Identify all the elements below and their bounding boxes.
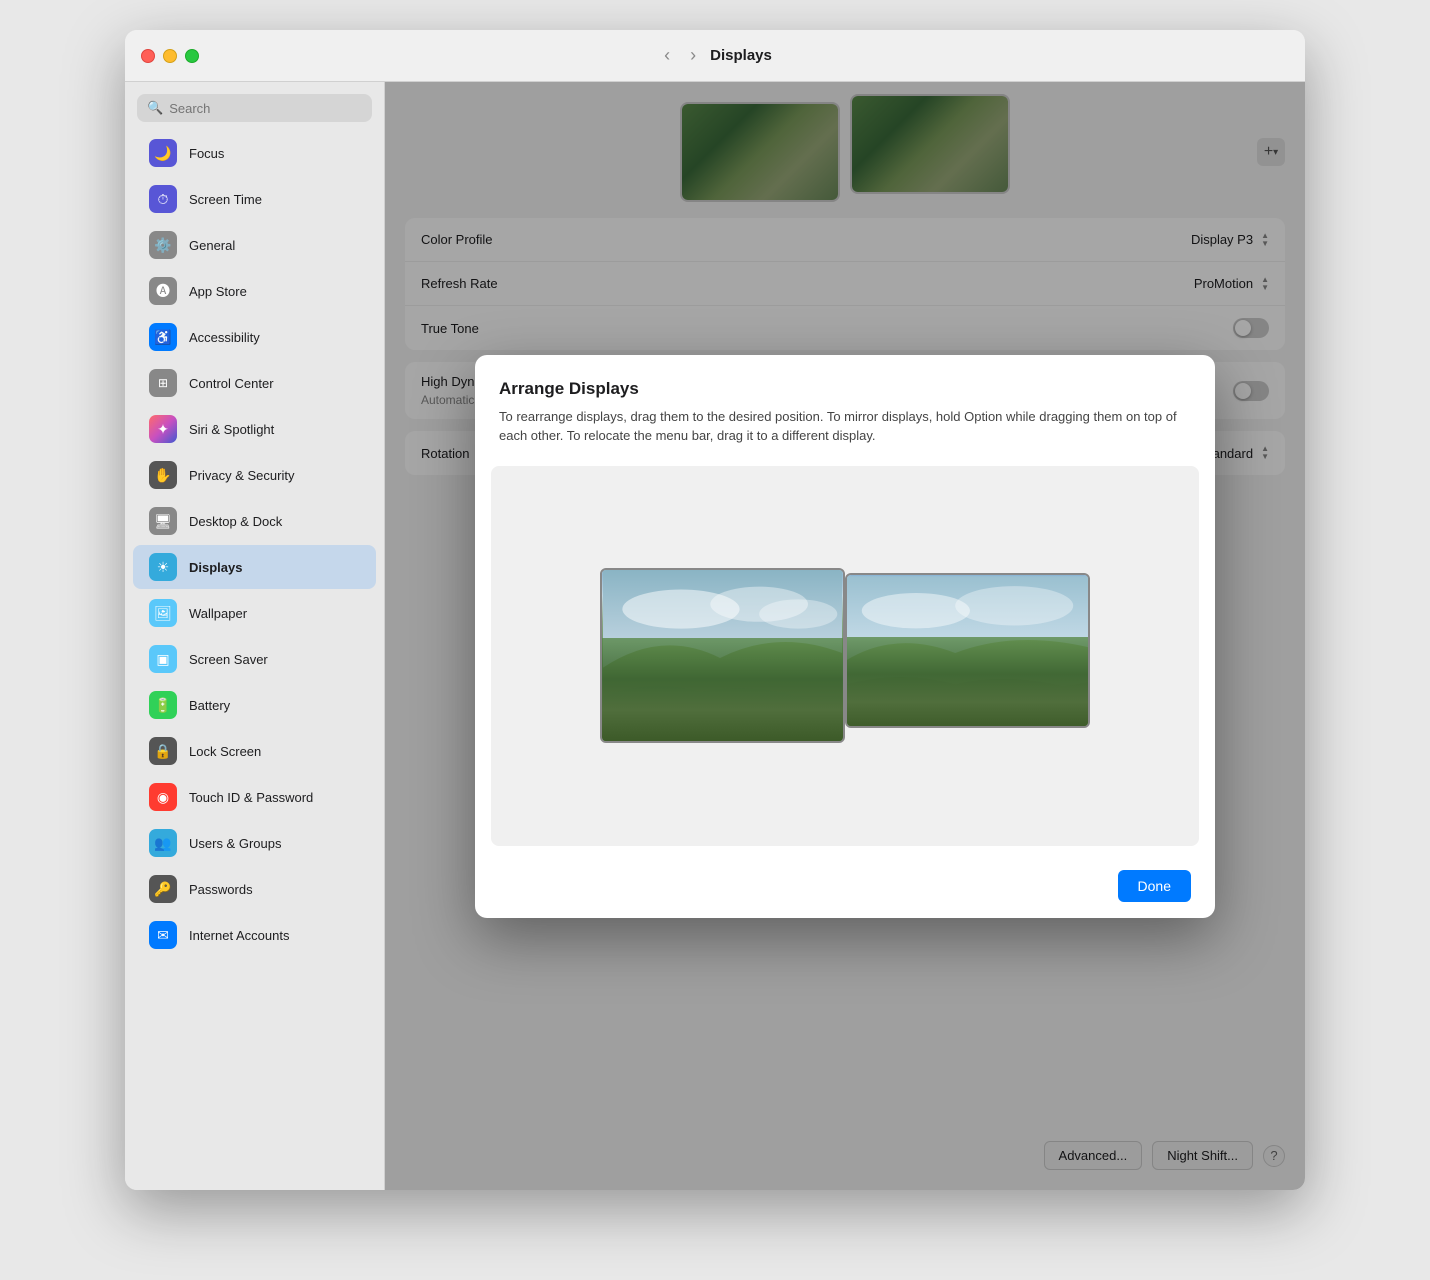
- window-title: Displays: [710, 47, 772, 64]
- general-icon: ⚙️: [149, 231, 177, 259]
- modal-title: Arrange Displays: [499, 379, 1191, 399]
- sidebar-item-screensaver[interactable]: ▣ Screen Saver: [133, 637, 376, 681]
- control-center-icon: ⊞: [149, 369, 177, 397]
- main-window: ‹ › Displays 🔍 🌙 Focus ⏱ Scr: [125, 30, 1305, 1190]
- sidebar-item-privacy[interactable]: ✋ Privacy & Security: [133, 453, 376, 497]
- sidebar-item-control-center[interactable]: ⊞ Control Center: [133, 361, 376, 405]
- sidebar-item-focus[interactable]: 🌙 Focus: [133, 131, 376, 175]
- sidebar-label-general: General: [189, 238, 235, 253]
- maximize-button[interactable]: [185, 49, 199, 63]
- lock-screen-icon: 🔒: [149, 737, 177, 765]
- screensaver-icon: ▣: [149, 645, 177, 673]
- sidebar-item-internet[interactable]: ✉ Internet Accounts: [133, 913, 376, 957]
- modal-overlay: Arrange Displays To rearrange displays, …: [385, 82, 1305, 1190]
- sidebar-item-displays[interactable]: ☀ Displays: [133, 545, 376, 589]
- sidebar-item-touch-id[interactable]: ◉ Touch ID & Password: [133, 775, 376, 819]
- sidebar-item-general[interactable]: ⚙️ General: [133, 223, 376, 267]
- desktop-icon: 🖥: [149, 507, 177, 535]
- sidebar-label-lock-screen: Lock Screen: [189, 744, 261, 759]
- modal-header: Arrange Displays To rearrange displays, …: [475, 355, 1215, 458]
- modal-footer: Done: [475, 854, 1215, 918]
- done-button[interactable]: Done: [1118, 870, 1191, 902]
- title-bar: ‹ › Displays: [125, 30, 1305, 82]
- wallpaper-icon: 🖼: [149, 599, 177, 627]
- modal-description: To rearrange displays, drag them to the …: [499, 407, 1191, 446]
- sidebar-label-siri: Siri & Spotlight: [189, 422, 274, 437]
- modal-display-primary[interactable]: [600, 568, 845, 743]
- users-icon: 👥: [149, 829, 177, 857]
- sidebar-item-app-store[interactable]: 🅐 App Store: [133, 269, 376, 313]
- focus-icon: 🌙: [149, 139, 177, 167]
- modal-displays-container: [600, 568, 1090, 743]
- forward-button[interactable]: ›: [684, 41, 702, 70]
- screen-time-icon: ⏱: [149, 185, 177, 213]
- sidebar-item-wallpaper[interactable]: 🖼 Wallpaper: [133, 591, 376, 635]
- display-preview-secondary: [847, 575, 1088, 728]
- minimize-button[interactable]: [163, 49, 177, 63]
- sidebar-label-battery: Battery: [189, 698, 230, 713]
- app-store-icon: 🅐: [149, 277, 177, 305]
- search-bar[interactable]: 🔍: [137, 94, 372, 122]
- sidebar-item-lock-screen[interactable]: 🔒 Lock Screen: [133, 729, 376, 773]
- privacy-icon: ✋: [149, 461, 177, 489]
- display-preview-primary: [602, 570, 843, 741]
- sidebar-label-control-center: Control Center: [189, 376, 274, 391]
- sidebar-label-wallpaper: Wallpaper: [189, 606, 247, 621]
- sidebar-label-displays: Displays: [189, 560, 242, 575]
- touch-id-icon: ◉: [149, 783, 177, 811]
- sidebar-label-focus: Focus: [189, 146, 224, 161]
- sidebar-label-screensaver: Screen Saver: [189, 652, 268, 667]
- modal-display-secondary[interactable]: [845, 573, 1090, 728]
- sidebar-label-internet: Internet Accounts: [189, 928, 289, 943]
- main-panel: + ▾ Color Profile Display P3 ▲ ▼: [385, 82, 1305, 1190]
- sidebar-label-desktop: Desktop & Dock: [189, 514, 282, 529]
- close-button[interactable]: [141, 49, 155, 63]
- traffic-lights: [141, 49, 199, 63]
- sidebar-label-privacy: Privacy & Security: [189, 468, 294, 483]
- sidebar-item-users[interactable]: 👥 Users & Groups: [133, 821, 376, 865]
- displays-icon: ☀: [149, 553, 177, 581]
- content-area: 🔍 🌙 Focus ⏱ Screen Time ⚙️ Ge: [125, 82, 1305, 1190]
- battery-icon: 🔋: [149, 691, 177, 719]
- sidebar-item-accessibility[interactable]: ♿ Accessibility: [133, 315, 376, 359]
- sidebar-label-passwords: Passwords: [189, 882, 253, 897]
- modal-display-area: [491, 466, 1199, 846]
- sidebar: 🔍 🌙 Focus ⏱ Screen Time ⚙️ Ge: [125, 82, 385, 1190]
- search-input[interactable]: [169, 101, 362, 116]
- passwords-icon: 🔑: [149, 875, 177, 903]
- sidebar-label-accessibility: Accessibility: [189, 330, 260, 345]
- sidebar-item-screen-time[interactable]: ⏱ Screen Time: [133, 177, 376, 221]
- internet-icon: ✉: [149, 921, 177, 949]
- back-button[interactable]: ‹: [658, 41, 676, 70]
- sidebar-label-screen-time: Screen Time: [189, 192, 262, 207]
- accessibility-icon: ♿: [149, 323, 177, 351]
- sidebar-label-users: Users & Groups: [189, 836, 281, 851]
- sidebar-label-app-store: App Store: [189, 284, 247, 299]
- sidebar-item-battery[interactable]: 🔋 Battery: [133, 683, 376, 727]
- arrange-displays-modal: Arrange Displays To rearrange displays, …: [475, 355, 1215, 918]
- search-icon: 🔍: [147, 100, 163, 116]
- sidebar-label-touch-id: Touch ID & Password: [189, 790, 313, 805]
- title-nav: ‹ › Displays: [658, 41, 772, 70]
- siri-icon: ✦: [149, 415, 177, 443]
- sidebar-item-desktop[interactable]: 🖥 Desktop & Dock: [133, 499, 376, 543]
- sidebar-item-siri[interactable]: ✦ Siri & Spotlight: [133, 407, 376, 451]
- sidebar-item-passwords[interactable]: 🔑 Passwords: [133, 867, 376, 911]
